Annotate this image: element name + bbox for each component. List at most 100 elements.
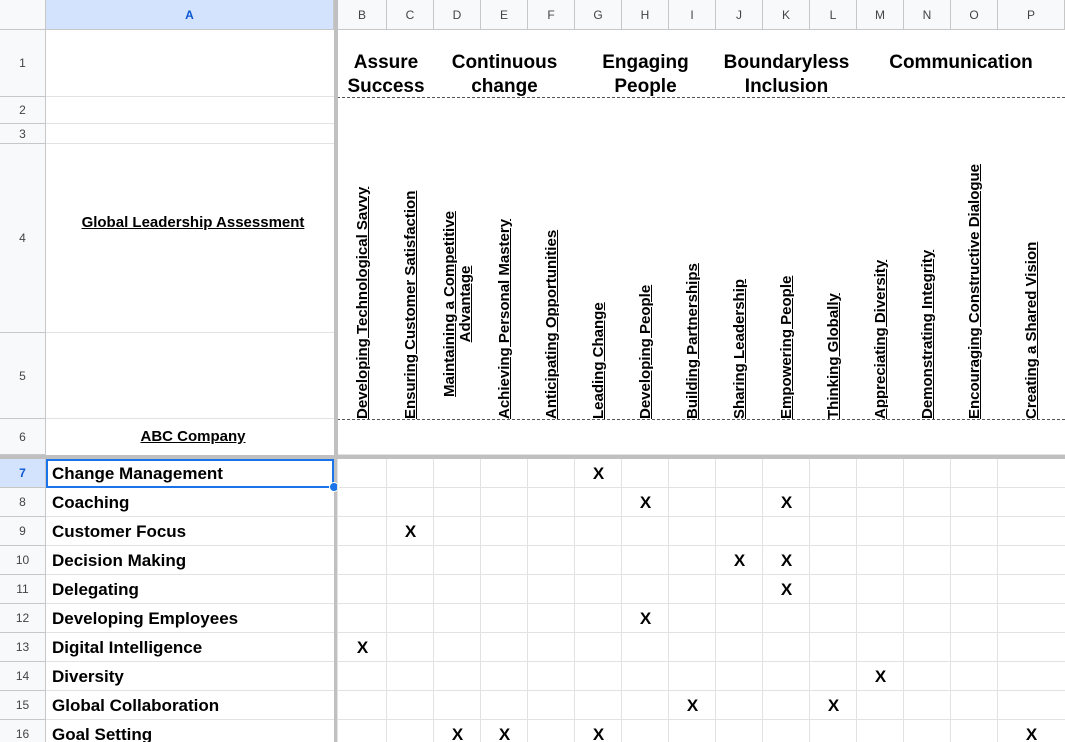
column-header-f[interactable]: F (528, 0, 575, 30)
column-header-l[interactable]: L (810, 0, 857, 30)
grid-line-vertical (433, 459, 434, 742)
grid-line-horizontal (46, 123, 334, 124)
column-header-h[interactable]: H (622, 0, 669, 30)
competency-mark-d[interactable]: X (434, 720, 481, 742)
header-dashed-line-bottom (337, 419, 1065, 420)
group-label-5: Communication (889, 52, 1033, 73)
grid-line-vertical (386, 459, 387, 742)
row-label[interactable]: Developing Employees (52, 604, 334, 633)
column-header-c[interactable]: C (387, 0, 434, 30)
competency-mark-h[interactable]: X (622, 488, 669, 517)
group-label-4: Boundaryless Inclusion (723, 52, 850, 97)
competency-label-10: Empowering People (777, 275, 795, 419)
competency-label-8: Building Partnerships (683, 263, 701, 419)
row-label[interactable]: Customer Focus (52, 517, 334, 546)
grid-line-vertical (621, 459, 622, 742)
group-label-2: Continuous change (451, 52, 558, 97)
competency-label-9: Sharing Leadership (730, 278, 748, 419)
competency-mark-g[interactable]: X (575, 459, 622, 488)
grid-line-horizontal (46, 96, 334, 97)
header-dashed-line-top (337, 97, 1065, 98)
row-label[interactable]: Decision Making (52, 546, 334, 575)
row-label[interactable]: Goal Setting (52, 720, 334, 742)
row-header-4[interactable]: 4 (0, 144, 46, 333)
competency-label-4: Achieving Personal Mastery (495, 218, 513, 419)
row-header-7[interactable]: 7 (0, 459, 46, 488)
competency-mark-b[interactable]: X (338, 633, 387, 662)
grid-line-vertical (668, 459, 669, 742)
column-header-j[interactable]: J (716, 0, 763, 30)
competency-label-7: Developing People (636, 284, 654, 419)
row-label[interactable]: Digital Intelligence (52, 633, 334, 662)
row-header-16[interactable]: 16 (0, 720, 46, 742)
grid-line-vertical (762, 459, 763, 742)
grid-line-horizontal (46, 418, 334, 419)
row-label[interactable]: Global Collaboration (52, 691, 334, 720)
spreadsheet-grid[interactable]: ABCDEFGHIJKLMNOP 123456 Global Leadershi… (0, 0, 1065, 742)
row-header-8[interactable]: 8 (0, 488, 46, 517)
row-header-6[interactable]: 6 (0, 419, 46, 455)
competency-mark-l[interactable]: X (810, 691, 857, 720)
grid-line-vertical (856, 459, 857, 742)
competency-mark-m[interactable]: X (857, 662, 904, 691)
row-label[interactable]: Coaching (52, 488, 334, 517)
active-cell-selection[interactable] (46, 459, 334, 488)
column-header-i[interactable]: I (669, 0, 716, 30)
row-header-14[interactable]: 14 (0, 662, 46, 691)
row-header-15[interactable]: 15 (0, 691, 46, 720)
grid-line-vertical (809, 459, 810, 742)
row-header-12[interactable]: 12 (0, 604, 46, 633)
grid-line-vertical (527, 459, 528, 742)
assessment-title[interactable]: Global Leadership Assessment (52, 214, 334, 236)
competency-label-6: Leading Change (589, 302, 607, 419)
competency-mark-h[interactable]: X (622, 604, 669, 633)
column-header-n[interactable]: N (904, 0, 951, 30)
row-header-11[interactable]: 11 (0, 575, 46, 604)
grid-line-vertical (574, 459, 575, 742)
competency-label-11: Thinking Globally (824, 293, 842, 419)
competency-mark-c[interactable]: X (387, 517, 434, 546)
competency-label-1: Developing Technological Savvy (353, 186, 371, 419)
row-header-3[interactable]: 3 (0, 124, 46, 144)
competency-mark-e[interactable]: X (481, 720, 528, 742)
row-header-10[interactable]: 10 (0, 546, 46, 575)
competency-mark-j[interactable]: X (716, 546, 763, 575)
competency-mark-k[interactable]: X (763, 575, 810, 604)
grid-line-vertical (997, 459, 998, 742)
row-header-5[interactable]: 5 (0, 333, 46, 419)
column-header-d[interactable]: D (434, 0, 481, 30)
grid-line-vertical (715, 459, 716, 742)
row-label[interactable]: Delegating (52, 575, 334, 604)
grid-line-horizontal (338, 454, 1065, 455)
row-header-13[interactable]: 13 (0, 633, 46, 662)
competency-label-5: Anticipating Opportunities (542, 229, 560, 419)
column-header-b[interactable]: B (338, 0, 387, 30)
competency-mark-i[interactable]: X (669, 691, 716, 720)
column-header-o[interactable]: O (951, 0, 998, 30)
row-header-1[interactable]: 1 (0, 30, 46, 97)
competency-label-15: Creating a Shared Vision (1022, 241, 1040, 419)
competency-label-12: Appreciating Diversity (871, 259, 889, 419)
competency-mark-g[interactable]: X (575, 720, 622, 742)
row-header-9[interactable]: 9 (0, 517, 46, 546)
grid-line-vertical (950, 459, 951, 742)
grid-line-horizontal (46, 332, 334, 333)
column-header-e[interactable]: E (481, 0, 528, 30)
column-header-m[interactable]: M (857, 0, 904, 30)
column-header-a[interactable]: A (46, 0, 334, 30)
grid-line-vertical (337, 459, 338, 742)
row-label[interactable]: Diversity (52, 662, 334, 691)
row-header-2[interactable]: 2 (0, 97, 46, 124)
company-name[interactable]: ABC Company (52, 428, 334, 450)
grid-line-vertical (903, 459, 904, 742)
competency-label-14: Encouraging Constructive Dialogue (965, 163, 983, 419)
column-header-p[interactable]: P (998, 0, 1065, 30)
column-header-g[interactable]: G (575, 0, 622, 30)
group-label-1: Assure Success (347, 52, 425, 97)
competency-label-13: Demonstrating Integrity (918, 249, 936, 419)
select-all-corner[interactable] (0, 0, 46, 30)
competency-mark-k[interactable]: X (763, 488, 810, 517)
competency-mark-k[interactable]: X (763, 546, 810, 575)
competency-mark-p[interactable]: X (998, 720, 1065, 742)
column-header-k[interactable]: K (763, 0, 810, 30)
